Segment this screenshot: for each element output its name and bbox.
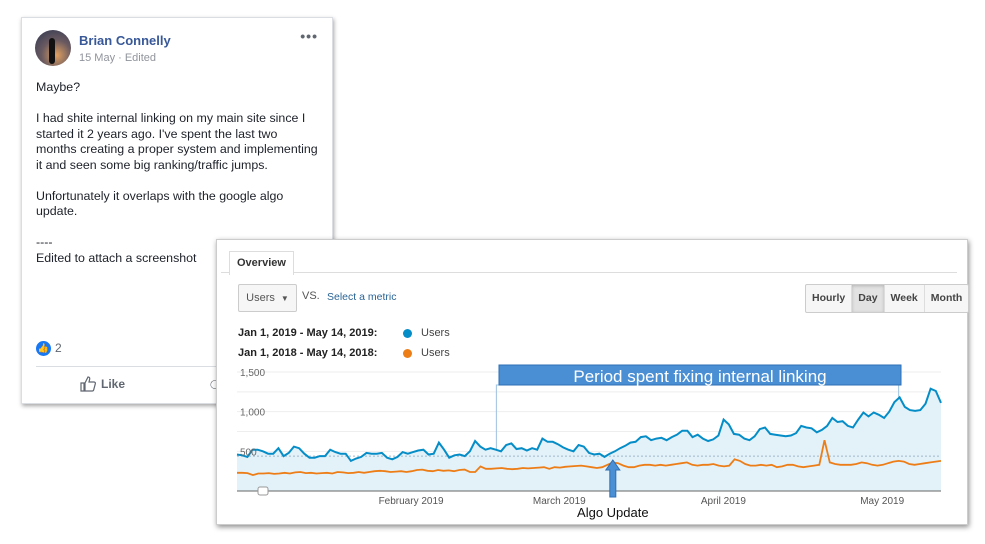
algo-update-label: Algo Update (577, 505, 649, 520)
y-tick-label: 500 (240, 447, 257, 458)
y-tick-label: 1,000 (240, 408, 265, 419)
x-tick-label: April 2019 (701, 496, 746, 507)
y-tick-label: 1,500 (240, 368, 265, 379)
x-tick-label: February 2019 (379, 496, 444, 507)
x-tick-label: May 2019 (860, 496, 904, 507)
annotation-banner-text: Period spent fixing internal linking (573, 367, 826, 386)
users-line-chart: 1,5001,000500 February 2019 March 2019 Apr… (236, 364, 942, 520)
area-2019 (237, 388, 941, 491)
annotation-marker[interactable] (257, 486, 269, 496)
